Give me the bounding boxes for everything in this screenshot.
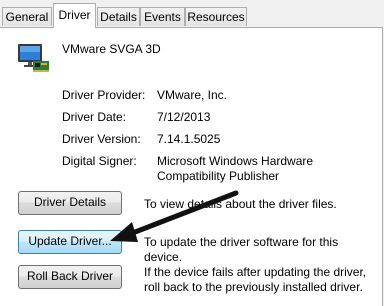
tab-driver[interactable]: Driver [53,3,96,28]
driver-date-label: Driver Date: [62,110,127,124]
driver-date-value: 7/12/2013 [157,110,211,124]
driver-version-label: Driver Version: [62,132,141,146]
driver-provider-value: VMware, Inc. [157,88,228,102]
digital-signer-value: Microsoft Windows Hardware Compatibility… [157,154,314,183]
tab-details[interactable]: Details [97,7,140,26]
tab-strip: General Driver Details Events Resources [0,0,384,28]
driver-version-value: 7.14.1.5025 [157,132,221,146]
driver-details-description: To view details about the driver files. [144,197,337,211]
driver-details-button[interactable]: Driver Details [18,191,122,215]
roll-back-driver-description: If the device fails after updating the d… [144,265,367,294]
digital-signer-label: Digital Signer: [62,154,137,168]
update-driver-description: To update the driver software for this d… [144,235,339,264]
device-properties-dialog: General Driver Details Events Resources … [0,0,384,306]
display-adapter-icon [16,43,50,73]
device-name: VMware SVGA 3D [62,42,161,56]
tab-events[interactable]: Events [140,7,185,26]
tab-general[interactable]: General [2,7,52,26]
driver-provider-label: Driver Provider: [62,88,146,102]
update-driver-button[interactable]: Update Driver... [18,230,122,254]
tab-resources[interactable]: Resources [185,7,247,26]
roll-back-driver-button[interactable]: Roll Back Driver [18,265,122,289]
